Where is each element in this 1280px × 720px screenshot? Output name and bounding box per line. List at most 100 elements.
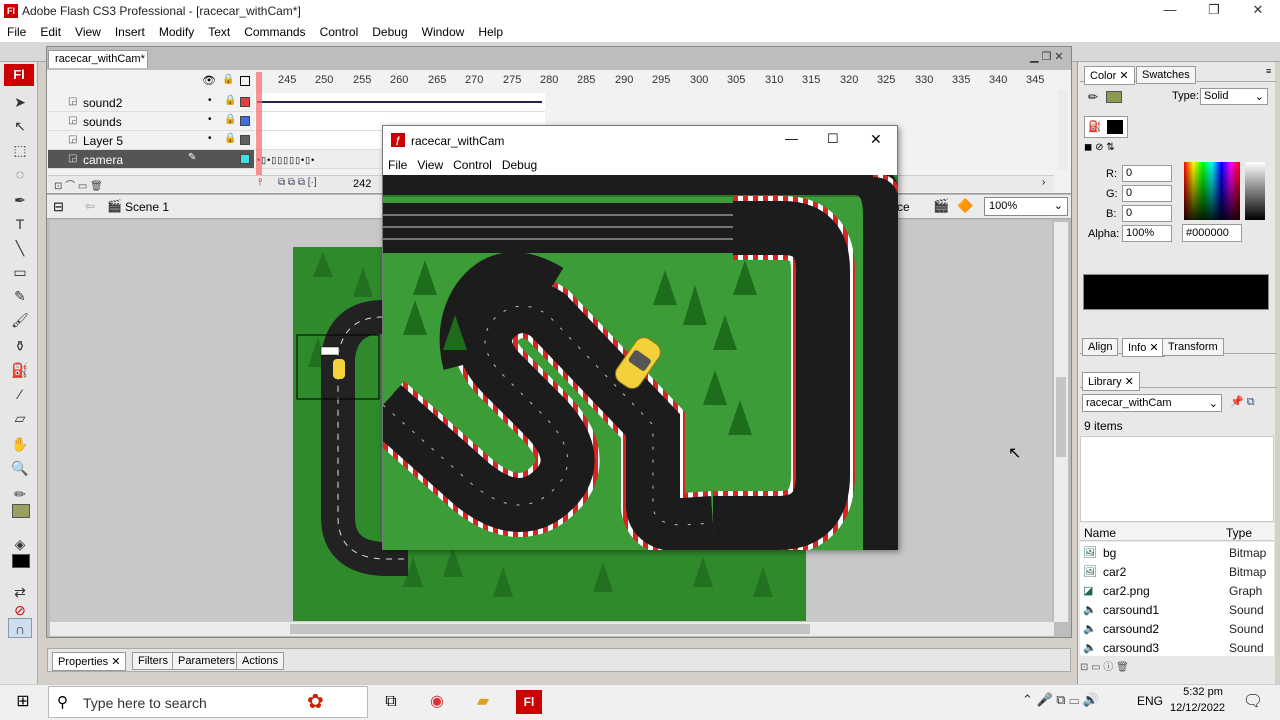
flash-taskbar-icon[interactable]: Fl bbox=[516, 690, 542, 714]
tab-parameters[interactable]: Parameters bbox=[172, 652, 241, 670]
restore-icon[interactable]: ❐ bbox=[1194, 2, 1234, 18]
frames-sound2[interactable] bbox=[255, 93, 545, 112]
zoom-select[interactable]: 100% ⌄ bbox=[984, 197, 1068, 216]
g-input[interactable]: 0 bbox=[1122, 185, 1172, 202]
visibility-dot-icon[interactable]: • bbox=[208, 114, 212, 125]
layer-row-sound2[interactable]: ◲ sound2 • 🔒 bbox=[48, 93, 254, 112]
layer-row-layer5[interactable]: ◲ Layer 5 • 🔒 bbox=[48, 131, 254, 150]
stage-vscrollbar[interactable] bbox=[1054, 222, 1068, 622]
layer-color-swatch[interactable] bbox=[240, 135, 250, 145]
pencil-edit-icon[interactable]: ✎ bbox=[188, 152, 196, 163]
layer-lock-icon[interactable]: 🔒 bbox=[224, 114, 236, 125]
windows-start-icon[interactable]: ⊞ bbox=[10, 690, 36, 714]
tab-transform[interactable]: Transform bbox=[1162, 338, 1224, 356]
hscroll-thumb[interactable] bbox=[290, 624, 810, 634]
library-row[interactable]: 🔈 carsound2 Sound bbox=[1080, 619, 1272, 638]
library-row[interactable]: 🖼 car2 Bitmap bbox=[1080, 562, 1272, 581]
menu-insert[interactable]: Insert bbox=[108, 22, 152, 40]
chrome-icon[interactable]: ◉ bbox=[424, 690, 450, 714]
menu-help[interactable]: Help bbox=[471, 22, 510, 40]
timeline-toggle-icon[interactable]: ⊟ bbox=[53, 199, 64, 215]
swap-reset-icons[interactable]: ◼ ⊘ ⇅ bbox=[1084, 142, 1115, 153]
clock-date[interactable]: 12/12/2022 bbox=[1170, 702, 1225, 714]
stroke-swatch[interactable] bbox=[12, 504, 30, 518]
library-row[interactable]: 🔈 carsound3 Sound bbox=[1080, 638, 1272, 657]
clock-time[interactable]: 5:32 pm bbox=[1178, 686, 1228, 698]
stroke-color-icon[interactable]: ✏ bbox=[8, 484, 32, 504]
menu-commands[interactable]: Commands bbox=[237, 22, 312, 40]
line-tool-icon[interactable]: ╲ bbox=[8, 238, 32, 258]
layer-row-camera[interactable]: ◲ camera ✎ bbox=[48, 150, 254, 169]
hand-tool-icon[interactable]: ✋ bbox=[8, 434, 32, 454]
layer-lock-icon[interactable]: 🔒 bbox=[224, 95, 236, 106]
timeline-vscrollbar[interactable] bbox=[1058, 90, 1068, 170]
taskbar-search[interactable]: ⚲ Type here to search ✿ bbox=[48, 686, 368, 718]
player-menu-debug[interactable]: Debug bbox=[497, 155, 542, 175]
tab-info[interactable]: Info ✕ bbox=[1122, 338, 1165, 357]
system-tray-icons[interactable]: ⌃ 🎤 ⧉ ▭ 🔊 bbox=[1022, 692, 1099, 708]
fill-selector[interactable]: ⛽ bbox=[1084, 116, 1128, 138]
doc-window-controls-icon[interactable]: ▁ ❐ ✕ bbox=[1030, 50, 1064, 63]
no-color-icon[interactable]: ⊘ bbox=[8, 600, 32, 620]
file-explorer-icon[interactable]: ▰ bbox=[470, 690, 496, 714]
library-row[interactable]: ◪ car2.png Graph bbox=[1080, 581, 1272, 600]
edit-symbols-icon[interactable]: 🔶 bbox=[957, 198, 973, 214]
hex-input[interactable]: #000000 bbox=[1182, 224, 1242, 242]
player-maximize-icon[interactable]: ☐ bbox=[827, 131, 839, 147]
type-select[interactable]: Solid ⌄ bbox=[1200, 88, 1268, 105]
paint-bucket-icon[interactable]: ⛽ bbox=[8, 360, 32, 380]
library-row[interactable]: 🖼 bg Bitmap bbox=[1080, 543, 1272, 562]
stroke-pencil-icon[interactable]: ✏ bbox=[1088, 90, 1098, 104]
ink-bottle-icon[interactable]: ⚱ bbox=[8, 336, 32, 356]
brush-icon[interactable]: 🖌 bbox=[8, 310, 32, 330]
pencil-icon[interactable]: ✎ bbox=[8, 286, 32, 306]
zoom-tool-icon[interactable]: 🔍 bbox=[8, 458, 32, 478]
tab-swatches[interactable]: Swatches bbox=[1136, 66, 1196, 84]
minimize-icon[interactable]: — bbox=[1150, 2, 1190, 17]
eye-icon[interactable]: 👁 bbox=[202, 74, 216, 87]
close-icon[interactable]: ✕ bbox=[1238, 2, 1278, 18]
col-type[interactable]: Type bbox=[1226, 526, 1252, 540]
visibility-dot-icon[interactable]: • bbox=[208, 95, 212, 106]
subselection-tool-icon[interactable]: ↖ bbox=[8, 116, 32, 136]
task-view-icon[interactable]: ⧉ bbox=[378, 690, 404, 714]
layer-color-swatch[interactable] bbox=[240, 154, 250, 164]
selection-tool-icon[interactable]: ➤ bbox=[8, 92, 32, 112]
edit-scene-partial[interactable]: ce bbox=[897, 200, 910, 214]
menu-control[interactable]: Control bbox=[313, 22, 366, 40]
text-tool-icon[interactable]: T bbox=[8, 214, 32, 234]
layer-color-swatch[interactable] bbox=[240, 116, 250, 126]
menu-view[interactable]: View bbox=[68, 22, 108, 40]
outline-icon[interactable] bbox=[240, 76, 250, 86]
layer-color-swatch[interactable] bbox=[240, 97, 250, 107]
stage-hscrollbar[interactable] bbox=[50, 622, 1054, 636]
game-canvas[interactable] bbox=[383, 175, 898, 550]
layer-row-sounds[interactable]: ◲ sounds • 🔒 bbox=[48, 112, 254, 131]
col-name[interactable]: Name bbox=[1084, 526, 1116, 540]
tab-align[interactable]: Align bbox=[1082, 338, 1119, 356]
player-menu-file[interactable]: File bbox=[383, 155, 412, 175]
playhead[interactable] bbox=[256, 72, 262, 182]
scene-label[interactable]: Scene 1 bbox=[125, 200, 169, 214]
tab-library[interactable]: Library ✕ bbox=[1082, 372, 1140, 391]
player-menu-view[interactable]: View bbox=[412, 155, 448, 175]
fill-swatch[interactable] bbox=[12, 554, 30, 568]
rectangle-tool-icon[interactable]: ▭ bbox=[8, 262, 32, 282]
fill-color-icon[interactable]: ◈ bbox=[8, 534, 32, 554]
library-footer-icons[interactable]: ⊡ ▭ ⓘ 🗑 bbox=[1080, 658, 1274, 673]
onion-skin-icons[interactable]: ⧉ ⧉ ⧉ [·] bbox=[278, 177, 317, 188]
tab-properties[interactable]: Properties ✕ bbox=[52, 652, 127, 671]
library-row[interactable]: 🔈 carsound1 Sound bbox=[1080, 600, 1272, 619]
free-transform-icon[interactable]: ⬚ bbox=[8, 140, 32, 160]
tab-color[interactable]: Color ✕ bbox=[1084, 66, 1135, 85]
lasso-icon[interactable]: ◌ bbox=[8, 164, 32, 184]
timeline-scroll-right-icon[interactable]: › bbox=[1042, 177, 1045, 188]
layer-lock-icon[interactable]: 🔒 bbox=[224, 133, 236, 144]
color-spectrum[interactable] bbox=[1184, 162, 1240, 220]
lock-icon[interactable]: 🔒 bbox=[222, 74, 234, 85]
alpha-input[interactable]: 100% bbox=[1122, 225, 1172, 242]
language-indicator[interactable]: ENG bbox=[1137, 694, 1163, 708]
stroke-color-swatch[interactable] bbox=[1106, 91, 1122, 103]
menu-text[interactable]: Text bbox=[201, 22, 237, 40]
player-menu-control[interactable]: Control bbox=[448, 155, 497, 175]
